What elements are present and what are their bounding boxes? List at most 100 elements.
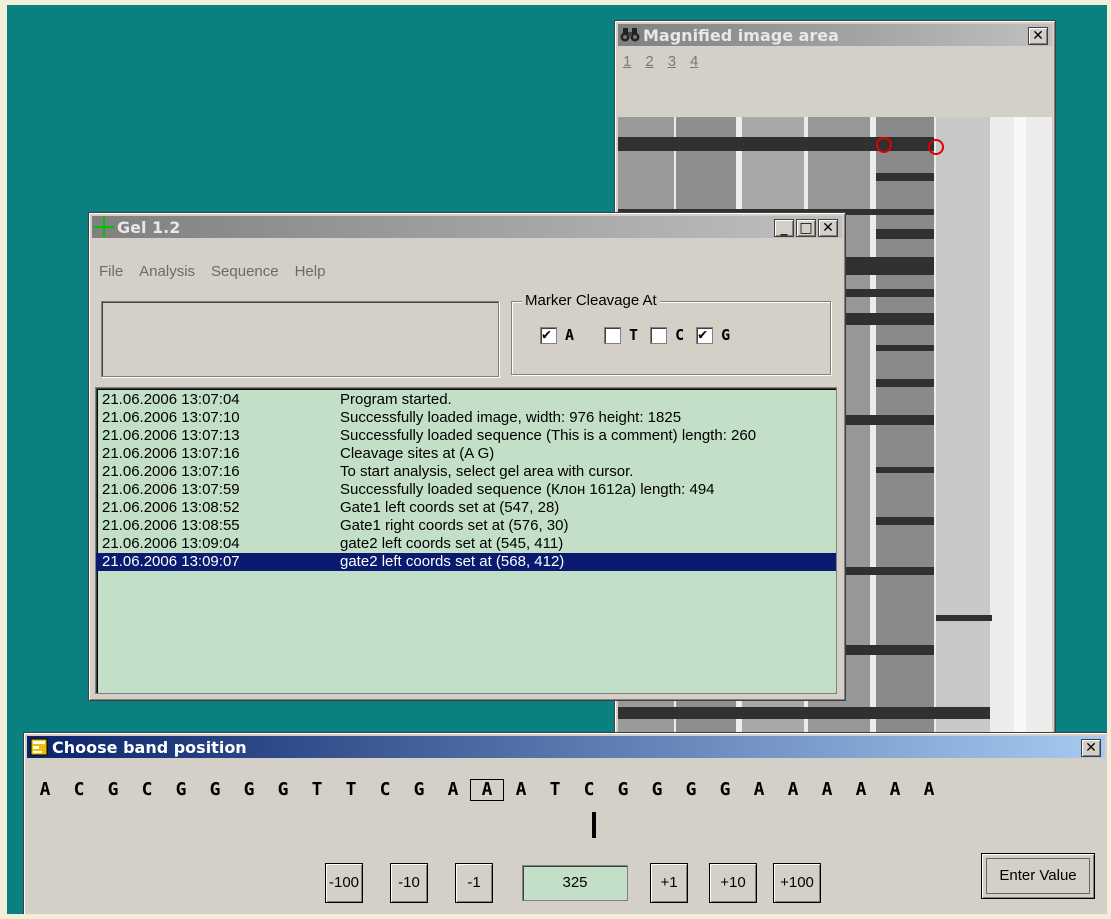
- log-message: Successfully loaded sequence (Клон 1612a…: [340, 481, 715, 498]
- sequence-base[interactable]: G: [164, 779, 198, 801]
- menu-file[interactable]: File: [99, 263, 123, 280]
- log-row[interactable]: 21.06.2006 13:08:55 Gate1 right coords se…: [96, 517, 836, 535]
- menu-analysis[interactable]: Analysis: [139, 263, 195, 280]
- sequence-base[interactable]: G: [708, 779, 742, 801]
- tab-1[interactable]: 1: [623, 53, 631, 70]
- sequence-base[interactable]: T: [538, 779, 572, 801]
- log-row[interactable]: 21.06.2006 13:09:04 gate2 left coords set…: [96, 535, 836, 553]
- sequence-base[interactable]: G: [606, 779, 640, 801]
- band-dialog: Choose band position ✕ ACGCGGGGTTCGAAATC…: [23, 732, 1107, 914]
- tab-2[interactable]: 2: [645, 53, 653, 70]
- sequence-base[interactable]: A: [912, 779, 946, 801]
- sequence-base[interactable]: C: [130, 779, 164, 801]
- log-timestamp: 21.06.2006 13:07:04: [102, 391, 240, 408]
- gel-title: Gel 1.2: [117, 217, 181, 237]
- sequence-base[interactable]: A: [878, 779, 912, 801]
- maximize-icon[interactable]: □: [796, 219, 816, 237]
- log-message: Gate1 left coords set at (547, 28): [340, 499, 560, 516]
- gel-main-window: Gel 1.2 _ □ ✕ File Analysis Sequence Hel…: [88, 212, 846, 701]
- gel-menubar: File Analysis Sequence Help: [99, 263, 325, 280]
- preview-panel: [101, 301, 499, 377]
- log-message: Successfully loaded image, width: 976 he…: [340, 409, 682, 426]
- plus-1-button[interactable]: +1: [650, 863, 688, 903]
- sequence-base[interactable]: G: [198, 779, 232, 801]
- sequence-base[interactable]: C: [62, 779, 96, 801]
- sequence-base[interactable]: A: [28, 779, 62, 801]
- sequence-base[interactable]: G: [266, 779, 300, 801]
- log-row[interactable]: 21.06.2006 13:07:16 To start analysis, se…: [96, 463, 836, 481]
- checkbox-t[interactable]: T: [604, 326, 638, 344]
- sequence-base[interactable]: T: [300, 779, 334, 801]
- log-timestamp: 21.06.2006 13:07:16: [102, 463, 240, 480]
- sequence-base[interactable]: G: [96, 779, 130, 801]
- log-row[interactable]: 21.06.2006 13:07:04 Program started.: [96, 391, 836, 409]
- checkbox-t-box[interactable]: [604, 326, 622, 344]
- log-message: Cleavage sites at (A G): [340, 445, 495, 462]
- checkbox-c[interactable]: C: [650, 326, 684, 344]
- sequence-base[interactable]: A: [844, 779, 878, 801]
- sequence-base[interactable]: G: [402, 779, 436, 801]
- minimize-icon[interactable]: _: [774, 219, 794, 237]
- sequence-base[interactable]: G: [640, 779, 674, 801]
- log-timestamp: 21.06.2006 13:08:55: [102, 517, 240, 534]
- checkbox-g[interactable]: G: [696, 325, 730, 344]
- tab-3[interactable]: 3: [668, 53, 676, 70]
- sequence-base[interactable]: A: [810, 779, 844, 801]
- sequence-base[interactable]: C: [572, 779, 606, 801]
- log-message: gate2 left coords set at (568, 412): [340, 553, 565, 570]
- checkbox-a[interactable]: A: [540, 325, 574, 344]
- log-row[interactable]: 21.06.2006 13:07:10 Successfully loaded i…: [96, 409, 836, 427]
- close-icon[interactable]: ✕: [818, 219, 838, 237]
- sequence-base[interactable]: A: [470, 779, 504, 801]
- marker-cleavage-legend: Marker Cleavage At: [522, 292, 660, 309]
- minus-10-button[interactable]: -10: [390, 863, 428, 903]
- log-timestamp: 21.06.2006 13:08:52: [102, 499, 240, 516]
- sequence-base[interactable]: G: [232, 779, 266, 801]
- tab-4[interactable]: 4: [690, 53, 698, 70]
- sequence-base[interactable]: A: [436, 779, 470, 801]
- log-timestamp: 21.06.2006 13:07:10: [102, 409, 240, 426]
- log-message: Successfully loaded sequence (This is a …: [340, 427, 757, 444]
- log-list[interactable]: 21.06.2006 13:07:04 Program started. 21.06…: [95, 387, 837, 694]
- plus-100-button[interactable]: +100: [773, 863, 821, 903]
- sequence-base[interactable]: A: [776, 779, 810, 801]
- minus-100-button[interactable]: -100: [325, 863, 363, 903]
- sequence-base[interactable]: C: [368, 779, 402, 801]
- log-message: Gate1 right coords set at (576, 30): [340, 517, 569, 534]
- gel-titlebar[interactable]: Gel 1.2 _ □ ✕: [92, 216, 842, 238]
- log-timestamp: 21.06.2006 13:07:59: [102, 481, 240, 498]
- marker-cleavage-group: Marker Cleavage At A T C G: [511, 292, 831, 375]
- menu-help[interactable]: Help: [295, 263, 326, 280]
- plus-10-button[interactable]: +10: [709, 863, 757, 903]
- close-icon[interactable]: ✕: [1081, 739, 1101, 757]
- sequence-base[interactable]: A: [504, 779, 538, 801]
- log-timestamp: 21.06.2006 13:07:16: [102, 445, 240, 462]
- log-row[interactable]: 21.06.2006 13:07:16 Cleavage sites at (A …: [96, 445, 836, 463]
- checkbox-g-box[interactable]: [696, 325, 714, 344]
- sequence-base[interactable]: T: [334, 779, 368, 801]
- checkbox-a-box[interactable]: [540, 325, 557, 344]
- ruler-icon: [29, 737, 49, 757]
- sequence-base[interactable]: A: [742, 779, 776, 801]
- log-row[interactable]: 21.06.2006 13:09:07 gate2 left coords set…: [96, 553, 836, 571]
- log-message: Program started.: [340, 391, 452, 408]
- crosshair-icon: [94, 217, 114, 237]
- checkbox-c-box[interactable]: [650, 326, 668, 344]
- log-row[interactable]: 21.06.2006 13:07:13 Successfully loaded s…: [96, 427, 836, 445]
- band-dialog-titlebar[interactable]: Choose band position ✕: [27, 736, 1105, 758]
- close-icon[interactable]: ✕: [1028, 27, 1048, 45]
- log-timestamp: 21.06.2006 13:07:13: [102, 427, 240, 444]
- desktop: Magnified image area ✕ 1 2 3 4 Gel 1.2 _…: [7, 5, 1107, 914]
- sequence-base[interactable]: G: [674, 779, 708, 801]
- magnifier-titlebar[interactable]: Magnified image area ✕: [618, 24, 1052, 46]
- menu-sequence[interactable]: Sequence: [211, 263, 279, 280]
- magnifier-title: Magnified image area: [643, 25, 839, 45]
- log-row[interactable]: 21.06.2006 13:08:52 Gate1 left coords set…: [96, 499, 836, 517]
- minus-1-button[interactable]: -1: [455, 863, 493, 903]
- sequence-strip[interactable]: ACGCGGGGTTCGAAATCGGGGAAAAAA: [28, 779, 1107, 801]
- band-dialog-title: Choose band position: [52, 737, 247, 757]
- log-row[interactable]: 21.06.2006 13:07:59 Successfully loaded s…: [96, 481, 836, 499]
- log-timestamp: 21.06.2006 13:09:04: [102, 535, 240, 552]
- enter-value-button[interactable]: Enter Value: [981, 853, 1095, 899]
- position-value-field[interactable]: 325: [522, 865, 628, 901]
